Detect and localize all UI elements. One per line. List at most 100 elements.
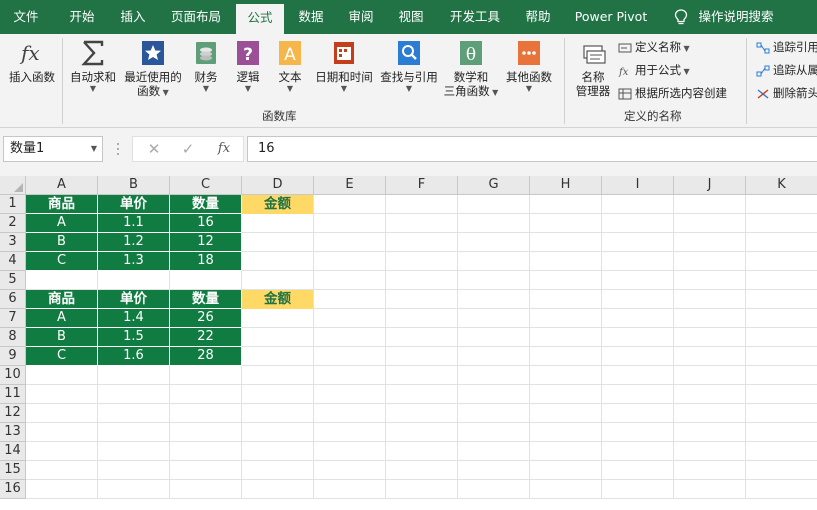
grid-cell[interactable]: [386, 404, 458, 423]
grid-cell[interactable]: [242, 271, 314, 290]
grid-cell[interactable]: [242, 385, 314, 404]
grid-cell[interactable]: [746, 480, 817, 499]
row-header[interactable]: 16: [0, 480, 26, 499]
grid-cell[interactable]: [386, 385, 458, 404]
grid-cell[interactable]: [746, 252, 817, 271]
grid-cell[interactable]: [602, 233, 674, 252]
tab-help[interactable]: 帮助: [516, 0, 560, 34]
grid-cell[interactable]: [458, 214, 530, 233]
grid-cell[interactable]: [530, 271, 602, 290]
tab-home[interactable]: 开始: [56, 0, 108, 34]
create-from-selection-button[interactable]: 根据所选内容创建: [618, 84, 727, 102]
grid-cell[interactable]: [242, 328, 314, 347]
grid-cell[interactable]: [314, 347, 386, 366]
grid-cell[interactable]: [242, 404, 314, 423]
grid-cell[interactable]: [602, 385, 674, 404]
grid-cell[interactable]: [602, 195, 674, 214]
tab-review[interactable]: 审阅: [338, 0, 384, 34]
grid-cell[interactable]: [386, 480, 458, 499]
grid-cell[interactable]: [602, 404, 674, 423]
grid-cell[interactable]: [314, 480, 386, 499]
grid-cell[interactable]: [530, 423, 602, 442]
grid-cell[interactable]: [98, 423, 170, 442]
table1-header-price[interactable]: 单价: [98, 195, 170, 214]
row-header[interactable]: 5: [0, 271, 26, 290]
grid-cell[interactable]: [530, 442, 602, 461]
row-header[interactable]: 7: [0, 309, 26, 328]
column-header-b[interactable]: B: [98, 176, 170, 195]
remove-arrows-button[interactable]: 删除箭头: [756, 84, 817, 102]
grid-cell[interactable]: [458, 233, 530, 252]
grid-cell[interactable]: [674, 271, 746, 290]
grid-cell[interactable]: [674, 442, 746, 461]
grid-cell[interactable]: [458, 404, 530, 423]
grid-cell[interactable]: [674, 461, 746, 480]
table2-cell[interactable]: B: [26, 328, 98, 347]
grid-cell[interactable]: [602, 366, 674, 385]
grid-cell[interactable]: [170, 404, 242, 423]
row-header[interactable]: 14: [0, 442, 26, 461]
grid-cell[interactable]: [602, 309, 674, 328]
grid-cell[interactable]: [458, 385, 530, 404]
column-header-f[interactable]: F: [386, 176, 458, 195]
table2-cell[interactable]: 28: [170, 347, 242, 366]
insert-function-fx-button[interactable]: fx: [207, 137, 241, 163]
grid-cell[interactable]: [386, 195, 458, 214]
grid-cell[interactable]: [242, 309, 314, 328]
grid-cell[interactable]: [602, 328, 674, 347]
column-header-g[interactable]: G: [458, 176, 530, 195]
grid-cell[interactable]: [458, 366, 530, 385]
grid-cell[interactable]: [314, 290, 386, 309]
cancel-icon[interactable]: ✕: [137, 137, 171, 163]
grid-cell[interactable]: [674, 423, 746, 442]
row-header[interactable]: 10: [0, 366, 26, 385]
table1-header-quantity[interactable]: 数量: [170, 195, 242, 214]
grid-cell[interactable]: [170, 442, 242, 461]
check-icon[interactable]: ✓: [171, 137, 205, 163]
grid-cell[interactable]: [674, 195, 746, 214]
grid-cell[interactable]: [458, 423, 530, 442]
trace-dependents-button[interactable]: 追踪从属: [756, 61, 817, 79]
table1-header-product[interactable]: 商品: [26, 195, 98, 214]
grid-cell[interactable]: [242, 233, 314, 252]
grid-cell[interactable]: [530, 404, 602, 423]
grid-cell[interactable]: [314, 461, 386, 480]
table2-cell[interactable]: 1.6: [98, 347, 170, 366]
row-header[interactable]: 8: [0, 328, 26, 347]
name-manager-button[interactable]: 名称 管理器: [572, 38, 614, 98]
grid-cell[interactable]: [530, 214, 602, 233]
grid-cell[interactable]: [26, 385, 98, 404]
grid-cell[interactable]: [458, 271, 530, 290]
column-header-c[interactable]: C: [170, 176, 242, 195]
formula-input[interactable]: 16: [247, 136, 817, 162]
table2-header-amount[interactable]: 金额: [242, 290, 313, 309]
column-header-d[interactable]: D: [242, 176, 314, 195]
table2-cell[interactable]: C: [26, 347, 98, 366]
grid-cell[interactable]: [170, 480, 242, 499]
grid-cell[interactable]: [746, 442, 817, 461]
grid-cell[interactable]: [98, 442, 170, 461]
grid-cell[interactable]: [746, 290, 817, 309]
grid-cell[interactable]: [98, 271, 170, 290]
row-header[interactable]: 4: [0, 252, 26, 271]
grid-cell[interactable]: [746, 328, 817, 347]
row-header[interactable]: 13: [0, 423, 26, 442]
grid-cell[interactable]: [674, 366, 746, 385]
grid-cell[interactable]: [602, 347, 674, 366]
table1-cell[interactable]: 18: [170, 252, 242, 271]
grid-cell[interactable]: [530, 347, 602, 366]
table1-cell[interactable]: 12: [170, 233, 242, 252]
grid-cell[interactable]: [530, 328, 602, 347]
grid-cell[interactable]: [242, 214, 314, 233]
grid-cell[interactable]: [242, 423, 314, 442]
grid-cell[interactable]: [26, 480, 98, 499]
grid-cell[interactable]: [530, 290, 602, 309]
more-functions-button[interactable]: 其他函数 ▼: [502, 38, 556, 94]
tab-insert[interactable]: 插入: [110, 0, 156, 34]
grid-cell[interactable]: [314, 233, 386, 252]
row-header[interactable]: 3: [0, 233, 26, 252]
grid-cell[interactable]: [386, 347, 458, 366]
chevron-down-icon[interactable]: ▼: [91, 137, 97, 161]
grid-cell[interactable]: [602, 442, 674, 461]
grid-cell[interactable]: [314, 252, 386, 271]
